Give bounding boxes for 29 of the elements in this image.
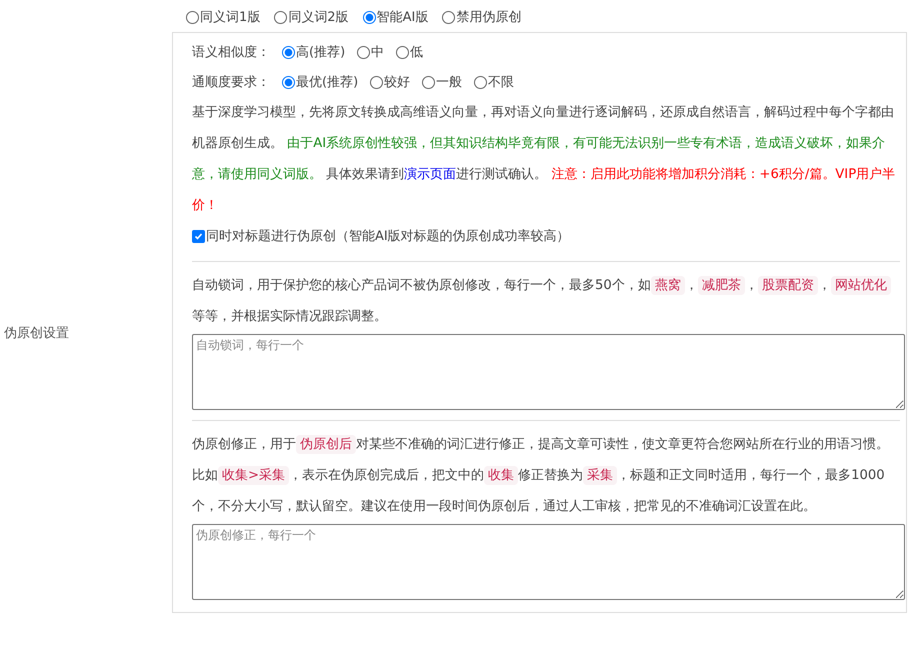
field-label: 语义相似度： [192, 44, 270, 61]
keyword-tag: 收集>采集 [218, 466, 290, 485]
keyword-tag: 燕窝 [650, 276, 685, 295]
radio-option[interactable]: 同义词1版 [186, 8, 260, 26]
keyword-tag: 股票配资 [758, 276, 818, 295]
radio-option[interactable]: 智能AI版 [362, 8, 428, 26]
radio-option[interactable]: 不限 [474, 73, 514, 91]
radio-option[interactable]: 一般 [422, 73, 462, 91]
radio-option[interactable]: 较好 [370, 73, 410, 91]
radio-option[interactable]: 禁用伪原创 [442, 8, 522, 26]
radio-option[interactable]: 同义词2版 [274, 8, 349, 26]
description-text: 伪原创修正，用于 伪原创后 对某些不准确的词汇进行修正，提高文章可读性，使文章更符合您网站所在行业的用语习惯。比如 收集>采集 ，表示在伪原创完成后，把文中的 收集 修正替换为 采集 ，标题和正文同时适用，每行一个，最多1000个，不分大小写，默认留空。建议在使用一段时间伪原创后，通过人工审核，把常见的不准确词汇设置在此。 [192, 434, 890, 516]
description-text: 基于深度学习模型，先将原文转换成高维语义向量，再对语义向量进行逐词解码，还原成自然语言，解码过程中每个字都由机器原创生成。 由于AI系统原创性较强，但其知识结构毕竟有限，有可能无法识别一些专有术语，造成语义破坏，如果介意，请使用同义词版。 具体效果请到演示页面进行测试确认。 注意：启用此功能将增加积分消耗：+6积分/篇。VIP用户半价！ [192, 104, 896, 215]
section-label: 伪原创设置 [4, 325, 69, 342]
radio-option[interactable]: 高(推荐) [282, 43, 346, 61]
lock-words-field[interactable]: 自动锁词，每行一个 [192, 334, 905, 410]
radio-option[interactable]: 低 [396, 43, 424, 61]
keyword-tag: 减肥茶 [698, 276, 745, 295]
field-label: 通顺度要求： [192, 74, 270, 91]
description-text: 自动锁词，用于保护您的核心产品词不被伪原创修改，每行一个，最多50个，如 燕窝 ， 减肥茶 ， 股票配资 ， 网站优化 等等，并根据实际情况跟踪调整。 [192, 270, 900, 332]
keyword-tag: 收集 [484, 466, 518, 485]
demo-page-link[interactable]: 演示页面 [404, 167, 456, 182]
keyword-tag: 采集 [583, 466, 618, 485]
checkbox-option[interactable]: 同时对标题进行伪原创（智能AI版对标题的伪原创成功率较高） [192, 227, 570, 245]
radio-option[interactable]: 中 [357, 43, 384, 61]
corrections-field[interactable]: 伪原创修正，每行一个 [192, 524, 905, 600]
keyword-tag: 伪原创后 [296, 435, 356, 454]
radio-option[interactable]: 最优(推荐) [282, 73, 358, 91]
keyword-tag: 网站优化 [830, 276, 891, 295]
